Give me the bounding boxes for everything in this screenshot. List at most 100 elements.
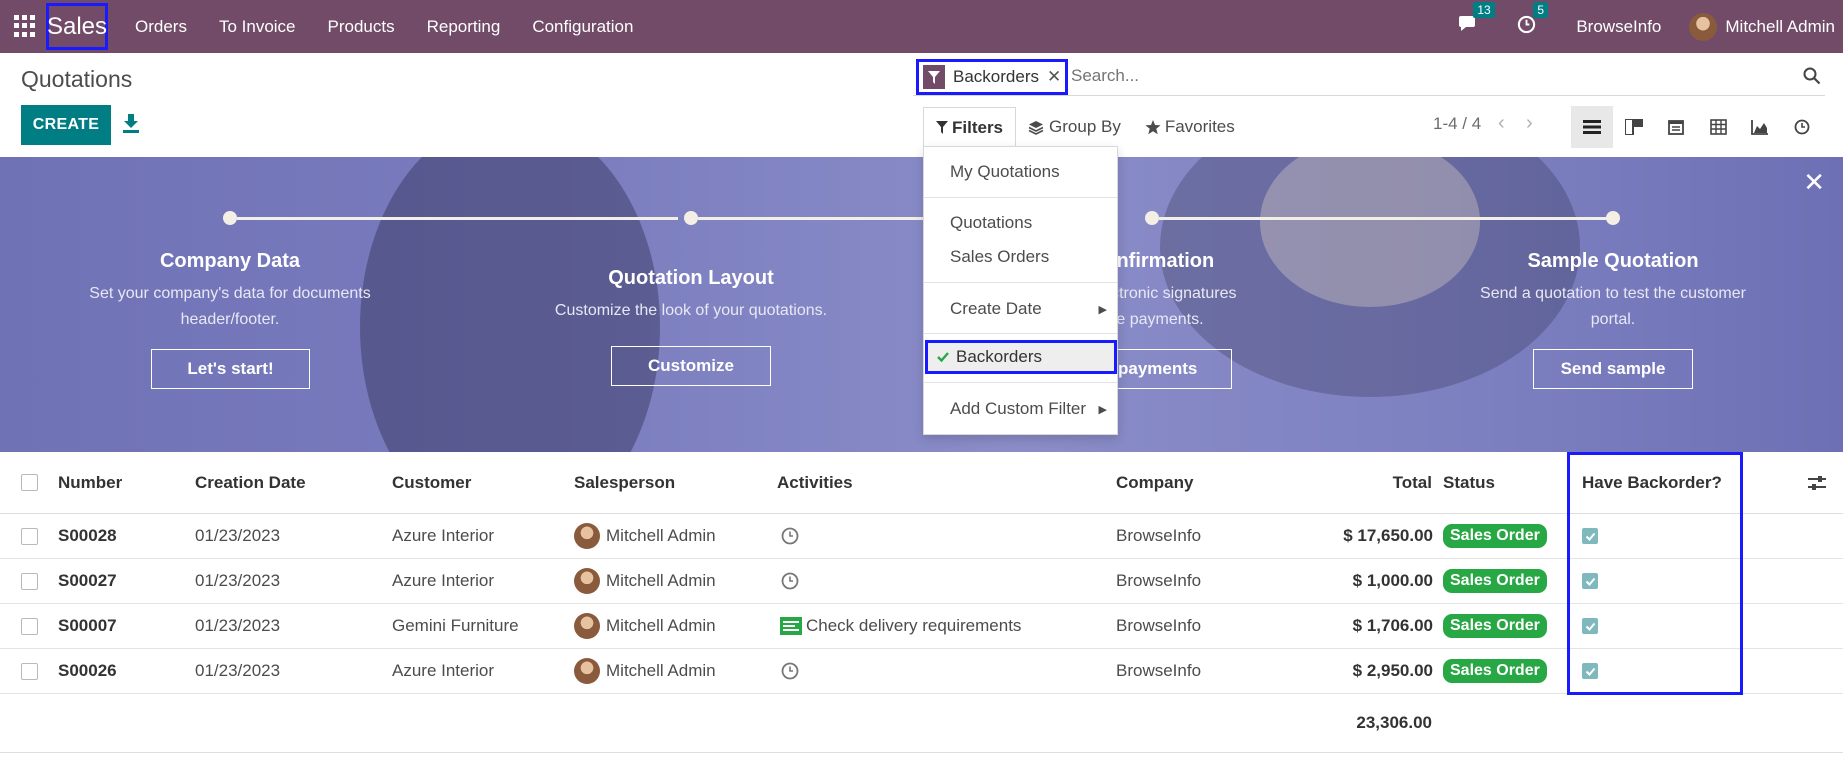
dropdown-divider xyxy=(924,333,1117,334)
close-banner-icon[interactable]: ✕ xyxy=(1803,167,1825,198)
menu-orders[interactable]: Orders xyxy=(135,17,187,37)
pager-previous-icon[interactable]: ‹ xyxy=(1498,112,1505,135)
status-badge: Sales Order xyxy=(1443,524,1547,548)
activity-button[interactable] xyxy=(781,649,799,693)
total-amount: $ 17,650.00 xyxy=(1343,526,1433,545)
main-menu: Orders To Invoice Products Reporting Con… xyxy=(135,0,633,53)
caret-right-icon: ▶ xyxy=(1098,304,1107,316)
menu-products[interactable]: Products xyxy=(328,17,395,37)
facet-remove-icon[interactable]: ✕ xyxy=(1047,67,1061,87)
lets-start-button[interactable]: Let's start! xyxy=(151,349,310,389)
step-description: Send a quotation to test the customer por… xyxy=(1480,285,1746,328)
filter-create-date[interactable]: Create Date xyxy=(950,299,1042,319)
kanban-icon xyxy=(1625,119,1643,135)
row-checkbox[interactable] xyxy=(21,662,38,680)
column-salesperson[interactable]: Salesperson xyxy=(574,452,675,513)
send-sample-button[interactable]: Send sample xyxy=(1533,349,1693,389)
favorites-toggle[interactable]: Favorites xyxy=(1133,117,1247,137)
filter-quotations[interactable]: Quotations xyxy=(950,213,1032,233)
search-icon[interactable] xyxy=(1803,67,1821,85)
company-switcher[interactable]: BrowseInfo xyxy=(1576,17,1661,37)
table-row[interactable]: S00007 01/23/2023 Gemini Furniture Mitch… xyxy=(0,604,1843,649)
step-dot xyxy=(1145,211,1159,225)
column-company[interactable]: Company xyxy=(1116,452,1193,513)
customize-button[interactable]: Customize xyxy=(611,346,771,386)
user-menu[interactable]: Mitchell Admin xyxy=(1725,17,1835,37)
table-row[interactable]: S00028 01/23/2023 Azure Interior Mitchel… xyxy=(0,514,1843,559)
layers-icon xyxy=(1028,120,1044,135)
status-badge: Sales Order xyxy=(1443,614,1547,638)
column-activities[interactable]: Activities xyxy=(777,452,853,513)
filter-backorders[interactable]: Backorders xyxy=(925,340,1117,374)
activities-button[interactable]: 5 xyxy=(1517,1,1549,39)
pager-value[interactable]: 1-4 / 4 xyxy=(1433,114,1481,134)
app-name-sales[interactable]: Sales xyxy=(46,3,108,50)
top-navbar: Sales Orders To Invoice Products Reporti… xyxy=(0,0,1843,53)
optional-columns-icon[interactable] xyxy=(1807,474,1827,492)
dropdown-divider xyxy=(924,197,1117,198)
order-number: S00028 xyxy=(58,526,117,545)
calendar-view-button[interactable] xyxy=(1655,106,1697,148)
company: BrowseInfo xyxy=(1116,526,1202,545)
creation-date: 01/23/2023 xyxy=(195,616,281,635)
activity-button[interactable] xyxy=(781,559,799,603)
step-dot xyxy=(223,211,237,225)
apps-menu-icon[interactable] xyxy=(14,15,36,37)
customer-name: Azure Interior xyxy=(392,661,495,680)
menu-reporting[interactable]: Reporting xyxy=(427,17,501,37)
clock-icon xyxy=(1794,119,1810,135)
activity-button[interactable] xyxy=(781,514,799,558)
order-number: S00007 xyxy=(58,616,117,635)
activity-view-button[interactable] xyxy=(1781,106,1823,148)
menu-configuration[interactable]: Configuration xyxy=(532,17,633,37)
row-checkbox[interactable] xyxy=(21,617,38,635)
column-have-backorder[interactable]: Have Backorder? xyxy=(1582,452,1722,513)
filter-add-custom[interactable]: Add Custom Filter xyxy=(950,399,1086,419)
column-number[interactable]: Number xyxy=(58,452,122,513)
search-facet-backorders[interactable]: Backorders ✕ xyxy=(916,59,1068,95)
salesperson: Mitchell Admin xyxy=(574,559,716,603)
row-checkbox[interactable] xyxy=(21,572,38,590)
table-row[interactable]: S00027 01/23/2023 Azure Interior Mitchel… xyxy=(0,559,1843,604)
column-creation-date[interactable]: Creation Date xyxy=(195,452,306,513)
search-input[interactable] xyxy=(1071,66,1671,86)
backorder-checkbox xyxy=(1582,573,1598,589)
user-avatar[interactable] xyxy=(1689,12,1718,41)
filters-toggle[interactable]: Filters xyxy=(923,107,1017,147)
filter-sales-orders[interactable]: Sales Orders xyxy=(950,247,1049,267)
salesperson: Mitchell Admin xyxy=(574,649,716,693)
filter-my-quotations[interactable]: My Quotations xyxy=(950,162,1060,182)
filter-backorders-label: Backorders xyxy=(956,347,1042,366)
customer-name: Gemini Furniture xyxy=(392,616,519,635)
backorder-checkbox xyxy=(1582,663,1598,679)
menu-to-invoice[interactable]: To Invoice xyxy=(219,17,296,37)
column-status[interactable]: Status xyxy=(1443,452,1495,513)
messages-button[interactable]: 13 xyxy=(1457,2,1495,38)
column-customer[interactable]: Customer xyxy=(392,452,471,513)
activities-count-badge: 5 xyxy=(1533,1,1549,18)
progress-line xyxy=(698,217,929,220)
list-view-button[interactable] xyxy=(1571,106,1613,148)
pager-next-icon[interactable]: › xyxy=(1526,112,1533,135)
table-header: Number Creation Date Customer Salesperso… xyxy=(0,452,1843,514)
table-row[interactable]: S00026 01/23/2023 Azure Interior Mitchel… xyxy=(0,649,1843,694)
filters-dropdown: My Quotations Quotations Sales Orders Cr… xyxy=(923,146,1118,435)
activity-button[interactable]: Check delivery requirements xyxy=(780,604,1021,648)
groupby-label: Group By xyxy=(1049,117,1121,136)
kanban-view-button[interactable] xyxy=(1613,106,1655,148)
download-icon[interactable] xyxy=(122,113,140,133)
column-total[interactable]: Total xyxy=(1393,452,1432,513)
company: BrowseInfo xyxy=(1116,571,1202,590)
salesperson-avatar xyxy=(574,523,600,549)
select-all-checkbox[interactable] xyxy=(21,474,38,491)
groupby-toggle[interactable]: Group By xyxy=(1016,117,1133,137)
graph-view-button[interactable] xyxy=(1739,106,1781,148)
total-amount: $ 1,706.00 xyxy=(1352,616,1433,635)
salesperson: Mitchell Admin xyxy=(574,514,716,558)
create-button[interactable]: CREATE xyxy=(21,105,111,145)
row-checkbox[interactable] xyxy=(21,527,38,545)
step-company-data: Company Data Set your company's data for… xyxy=(65,250,395,333)
progress-line xyxy=(237,217,678,220)
status-badge: Sales Order xyxy=(1443,659,1547,683)
pivot-view-button[interactable] xyxy=(1697,106,1739,148)
